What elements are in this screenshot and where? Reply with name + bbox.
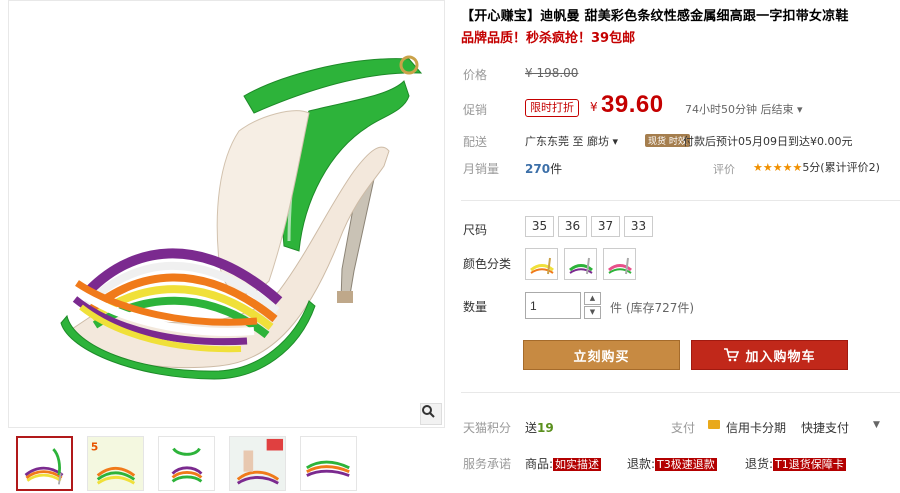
rating-label: 评价	[713, 163, 735, 176]
service-return-tag[interactable]: T1退货保障卡	[773, 458, 846, 471]
size-option[interactable]: 33	[624, 216, 653, 237]
shipping-estimate: 付款后预计05月09日到达¥0.00元	[683, 135, 853, 148]
promo-price: 39.60	[601, 91, 664, 118]
thumbnail-3[interactable]	[158, 436, 215, 491]
quantity-increase-button[interactable]: ▲	[584, 292, 601, 305]
service-goods: 商品: 如实描述	[525, 455, 602, 472]
service-refund-label: 退款:	[627, 457, 656, 471]
service-refund: 退款: T3极速退款	[627, 455, 717, 472]
chevron-down-icon[interactable]: ▼	[873, 420, 880, 430]
monthly-sales-unit: 件	[550, 162, 563, 176]
quick-pay-link[interactable]: 快捷支付	[801, 419, 849, 436]
service-goods-label: 商品:	[525, 457, 554, 471]
credit-card-icon	[708, 420, 720, 429]
thumbnail-5[interactable]	[300, 436, 357, 491]
quantity-label: 数量	[463, 300, 488, 314]
svg-text:5: 5	[91, 441, 98, 453]
thumbnail-1[interactable]	[16, 436, 73, 491]
original-price: ¥ 198.00	[525, 66, 579, 80]
tmall-points: 送19	[525, 419, 554, 436]
zoom-icon[interactable]	[420, 403, 442, 425]
product-subtitle: 品牌品质！秒杀疯抢！39包邮	[461, 31, 636, 46]
currency-symbol: ¥	[590, 100, 598, 114]
product-info: 【开心赚宝】迪帆曼 甜美彩色条纹性感金属细高跟一字扣带女凉鞋 品牌品质！秒杀疯抢…	[461, 0, 900, 493]
color-label: 颜色分类	[463, 257, 512, 271]
divider	[461, 392, 900, 393]
size-option[interactable]: 36	[558, 216, 587, 237]
tmall-points-label: 天猫积分	[463, 421, 512, 435]
size-options: 35 36 37 33	[525, 216, 653, 237]
payment-label: 支付	[671, 421, 696, 435]
promo-tag: 限时打折	[525, 99, 579, 117]
service-return-label: 退货:	[745, 457, 774, 471]
quantity-input[interactable]	[525, 292, 581, 319]
product-title: 【开心赚宝】迪帆曼 甜美彩色条纹性感金属细高跟一字扣带女凉鞋	[461, 9, 849, 24]
add-to-cart-label: 加入购物车	[745, 349, 816, 365]
product-gallery: 5	[8, 0, 445, 493]
monthly-sales-count: 270	[525, 162, 551, 176]
credit-installment-link[interactable]: 信用卡分期	[726, 419, 786, 436]
monthly-sales-label: 月销量	[463, 162, 500, 176]
price-label: 价格	[463, 68, 488, 82]
countdown[interactable]: 74小时50分钟 后结束 ▾	[685, 101, 803, 117]
add-to-cart-button[interactable]: 加入购物车	[691, 340, 848, 370]
main-product-image[interactable]	[8, 0, 445, 428]
thumbnail-4[interactable]	[229, 436, 286, 491]
service-refund-tag[interactable]: T3极速退款	[655, 458, 717, 471]
cart-icon	[724, 348, 740, 362]
monthly-sales: 270件	[525, 160, 562, 177]
color-option-green[interactable]	[564, 248, 597, 280]
shipping-location-select[interactable]: 广东东莞 至 廊坊 ▾	[525, 133, 618, 149]
size-label: 尺码	[463, 223, 488, 237]
buy-now-button[interactable]: 立刻购买	[523, 340, 680, 370]
star-icons: ★★★★★	[753, 161, 803, 174]
quantity-decrease-button[interactable]: ▼	[584, 306, 601, 319]
thumbnail-2[interactable]: 5	[87, 436, 144, 491]
tmall-points-value: 19	[537, 421, 554, 435]
thumbnail-strip: 5	[16, 436, 357, 491]
shipping-label: 配送	[463, 135, 488, 149]
size-option[interactable]: 35	[525, 216, 554, 237]
size-option[interactable]: 37	[591, 216, 620, 237]
service-label: 服务承诺	[463, 457, 512, 471]
color-options	[525, 248, 636, 280]
sandal-illustration	[60, 55, 423, 380]
rating-text: 5分(累计评价2)	[802, 161, 880, 174]
tmall-points-prefix: 送	[525, 421, 538, 435]
service-goods-tag[interactable]: 如实描述	[553, 458, 602, 471]
service-return: 退货: T1退货保障卡	[745, 455, 846, 472]
color-option-pink[interactable]	[603, 248, 636, 280]
color-option-yellow[interactable]	[525, 248, 558, 280]
stock-info: 件 (库存727件)	[610, 301, 695, 315]
promo-label: 促销	[463, 103, 488, 117]
rating-stars[interactable]: ★★★★★5分(累计评价2)	[753, 159, 880, 175]
divider	[461, 200, 900, 201]
